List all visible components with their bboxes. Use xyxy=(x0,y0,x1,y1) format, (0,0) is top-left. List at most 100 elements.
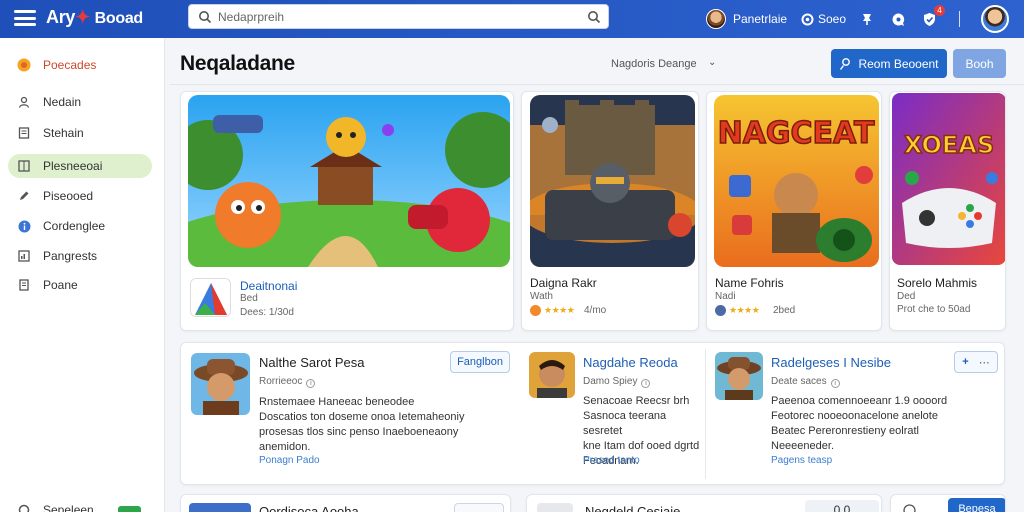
app-icon xyxy=(189,503,251,512)
sidebar-item-label: Poecades xyxy=(43,58,97,72)
brand-name: Ary xyxy=(46,7,76,27)
review-subtitle: Deate saces i xyxy=(771,376,840,388)
card-meta: Dees: 1/30d xyxy=(240,307,294,318)
review-title[interactable]: Nagdahe Reoda xyxy=(583,355,678,370)
review-subtitle-text: Damo Spiey xyxy=(583,376,638,387)
sidebar-item-label: Cordenglee xyxy=(43,219,106,233)
sidebar-item-label: Sepeleen xyxy=(43,503,94,512)
pin-button[interactable] xyxy=(860,0,874,38)
bottom-card-0[interactable]: Oordisoca Aooha xyxy=(180,494,511,512)
chevron-down-icon[interactable]: ⌄ xyxy=(708,57,716,68)
sidebar-item-6[interactable]: Pangrests xyxy=(8,244,152,268)
status-badge xyxy=(118,506,141,512)
sidebar-item-2[interactable]: Stehain xyxy=(8,121,152,145)
info-icon: i xyxy=(830,379,840,388)
review-subtitle-text: Deate saces xyxy=(771,376,827,387)
secondary-button[interactable]: Booh xyxy=(953,49,1006,78)
more-icon: ⋯ xyxy=(978,356,990,369)
featured-card-1[interactable]: Daigna Rakr Wath ★★★★ 4/mo xyxy=(521,91,699,331)
card-title[interactable]: Name Fohris xyxy=(715,276,784,290)
card-value: 0.0 xyxy=(805,500,879,512)
featured-card-3[interactable]: XOEAS Sorelo Mahmis Ded Prot che to 50ad xyxy=(889,91,1006,331)
sidebar-item-5[interactable]: Cordenglee xyxy=(8,214,152,238)
star-rating: ★★★★ xyxy=(544,305,575,315)
sidebar-item-label: Pangrests xyxy=(43,249,98,263)
card-title[interactable]: Negdeld Cesiaie xyxy=(585,504,680,512)
search-submit-icon[interactable] xyxy=(587,10,601,24)
game-artwork[interactable] xyxy=(188,95,510,267)
card-title[interactable]: Sorelo Mahmis xyxy=(897,276,977,290)
sidebar-item-3[interactable]: Plesneeoai xyxy=(8,154,152,178)
card-action-button[interactable] xyxy=(454,503,504,512)
menu-icon[interactable] xyxy=(14,10,36,26)
review-link[interactable]: Prased tanto xyxy=(583,455,640,466)
sidebar-item-7[interactable]: Poane xyxy=(8,273,152,297)
bars-icon xyxy=(17,249,31,263)
sidebar: Poecades Nedain Stehain Plesneeoai Piseo… xyxy=(0,38,165,512)
topbar-divider xyxy=(959,0,960,38)
art-headline: NAGCEAT xyxy=(718,116,875,151)
profile-avatar[interactable] xyxy=(981,5,1009,33)
review-subtitle: Rorrieeoc i xyxy=(259,376,316,388)
avatar xyxy=(715,352,763,400)
card-subtitle: Bed xyxy=(240,293,258,304)
search-icon xyxy=(199,11,212,24)
bottom-action-button[interactable]: Bepesa xyxy=(948,498,1005,512)
card-subtitle: Wath xyxy=(530,291,553,302)
user-avatar[interactable] xyxy=(706,9,726,29)
page-title: Neqaladane xyxy=(180,52,295,75)
review-action-button[interactable]: Fanglbon xyxy=(450,351,510,373)
sidebar-item-1[interactable]: Nedain xyxy=(8,90,152,114)
chat-button[interactable] xyxy=(891,0,906,38)
card-title[interactable]: Deaitnonai xyxy=(240,279,297,293)
rating-text: 4/mo xyxy=(584,305,607,316)
document-icon xyxy=(17,126,31,140)
extra-label: Soeo xyxy=(818,12,847,26)
review-add-button[interactable]: + ⋯ xyxy=(954,351,998,373)
search-placeholder: Nedaprpreih xyxy=(218,10,285,24)
bottom-card-1[interactable]: Negdeld Cesiaie 0.0 xyxy=(526,494,882,512)
primary-button[interactable]: Reom Beooent xyxy=(831,49,947,78)
sidebar-item-0[interactable]: Poecades xyxy=(8,53,152,77)
notifications-button[interactable]: 4 xyxy=(922,0,945,38)
featured-card-2[interactable]: NAGCEAT Name Fohris Nadi ★★★★ 2bed xyxy=(706,91,882,331)
rating-text: 2bed xyxy=(773,305,796,316)
sidebar-item-label: Piseooed xyxy=(43,189,94,203)
bottom-card-2[interactable]: Bepesa xyxy=(890,494,1006,512)
sidebar-item-label: Plesneeoai xyxy=(43,159,103,173)
extra-menu[interactable]: Soeo xyxy=(801,0,846,38)
review-link[interactable]: Ponagn Pado xyxy=(259,455,320,466)
avatar xyxy=(529,352,575,398)
brand-logo[interactable]: Ary✦ Booad xyxy=(46,7,143,28)
game-artwork[interactable]: NAGCEAT xyxy=(714,95,879,267)
game-artwork[interactable] xyxy=(530,95,695,267)
game-artwork[interactable]: XOEAS xyxy=(892,93,1005,265)
review-title[interactable]: Nalthe Sarot Pesa xyxy=(259,355,365,370)
person-icon xyxy=(17,95,31,109)
chat-icon xyxy=(892,13,905,26)
card-title[interactable]: Oordisoca Aooha xyxy=(259,504,359,512)
settings-icon xyxy=(17,503,31,512)
sort-dropdown[interactable]: Nagdoris Deange xyxy=(611,58,697,70)
profile-button[interactable] xyxy=(981,0,1009,38)
search-bar[interactable]: Nedaprpreih xyxy=(188,4,609,29)
app-icon[interactable] xyxy=(190,278,231,317)
review-subtitle: Damo Spiey i xyxy=(583,376,651,388)
card-title[interactable]: Daigna Rakr xyxy=(530,276,597,290)
featured-card-0[interactable]: Deaitnonai Bed Dees: 1/30d xyxy=(180,91,514,331)
sidebar-item-label: Nedain xyxy=(43,95,82,109)
brand-mark-icon: ✦ xyxy=(75,7,90,27)
star-icon xyxy=(17,58,31,72)
primary-button-label: Reom Beooent xyxy=(858,56,939,71)
sidebar-item-4[interactable]: Piseooed xyxy=(8,184,152,208)
review-link[interactable]: Pagens teasp xyxy=(771,455,832,466)
pencil-icon xyxy=(17,189,31,203)
avatar xyxy=(715,305,726,316)
star-rating: ★★★★ xyxy=(729,305,760,315)
user-menu[interactable]: Panetrlaie xyxy=(706,0,787,38)
card-subtitle: Nadi xyxy=(715,291,736,302)
page-icon xyxy=(17,278,31,292)
review-title[interactable]: Radelgeses I Nesibe xyxy=(771,355,891,370)
help-icon[interactable] xyxy=(903,504,916,512)
review-description: Rnstemaee Haneeac beneodee Doscatios ton… xyxy=(259,396,465,453)
